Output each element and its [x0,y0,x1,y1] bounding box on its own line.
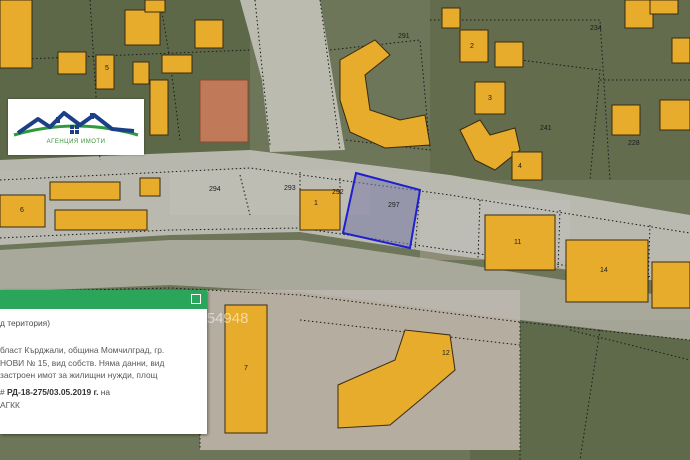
house-roofs-icon [13,111,139,137]
order-number: РД-18-275/03.05.2019 г. [7,387,99,398]
building [671,37,690,64]
maximize-icon[interactable] [191,294,201,304]
info-card-header [0,290,207,309]
logo-caption: АГЕНЦИЯ ИМОТИ [46,139,106,145]
parcel-label: 7 [244,365,248,372]
parcel-label: 6 [20,207,24,214]
building [494,41,524,68]
building [57,51,87,75]
parcel-label: 294 [209,186,221,193]
parcel-label: 14 [600,267,608,274]
building [651,261,690,309]
authority: АГКК [0,399,20,410]
order-suffix: на [100,387,111,398]
parcel-label: 5 [105,65,109,72]
red-roof-house [199,79,249,143]
parcel-label: 1 [314,200,318,207]
building [0,0,33,69]
building [95,54,115,90]
parcel-label: 228 [628,140,640,147]
parcel-label: 291 [398,33,410,40]
parcel-label: 11 [514,239,521,246]
parcel-label: 292 [332,189,344,196]
building [139,177,161,197]
parcel-label: 12 [442,350,450,357]
building [649,0,679,15]
building [49,181,121,201]
parcel-label: 4 [518,163,522,170]
building [441,7,461,29]
parcel-label: 3 [488,95,492,102]
order-marker: # [0,387,5,398]
building [659,99,690,131]
building [511,151,543,181]
parcel-label: 293 [284,185,296,192]
parcel-info-card: д територия) бласт Кърджали, община Момч… [0,290,207,434]
parcel-label: 2 [470,43,474,50]
building [194,19,224,49]
order-line: # РД-18-275/03.05.2019 г. на [0,386,207,399]
parcel-label: 234 [590,25,602,32]
address-line: НОВИ № 15, вид собств. Няма данни, вид [0,357,165,368]
address-line: бласт Кърджали, община Момчилград, гр. [0,344,165,355]
building [54,209,148,231]
building [624,0,654,29]
parcel-label: 297 [388,202,400,209]
info-card-body: д територия) бласт Кърджали, община Момч… [0,309,207,412]
building [149,79,169,136]
building [161,54,193,74]
building [124,9,161,46]
building [144,0,166,13]
address-line: застроен имот за жилищни нужди, площ [0,370,158,381]
company-logo: АГЕНЦИЯ ИМОТИ [8,99,144,155]
building [132,61,150,85]
building [459,29,489,63]
building [299,189,341,231]
building [611,104,641,136]
property-type: д територия) [0,318,51,328]
parcel-label: 241 [540,125,552,132]
